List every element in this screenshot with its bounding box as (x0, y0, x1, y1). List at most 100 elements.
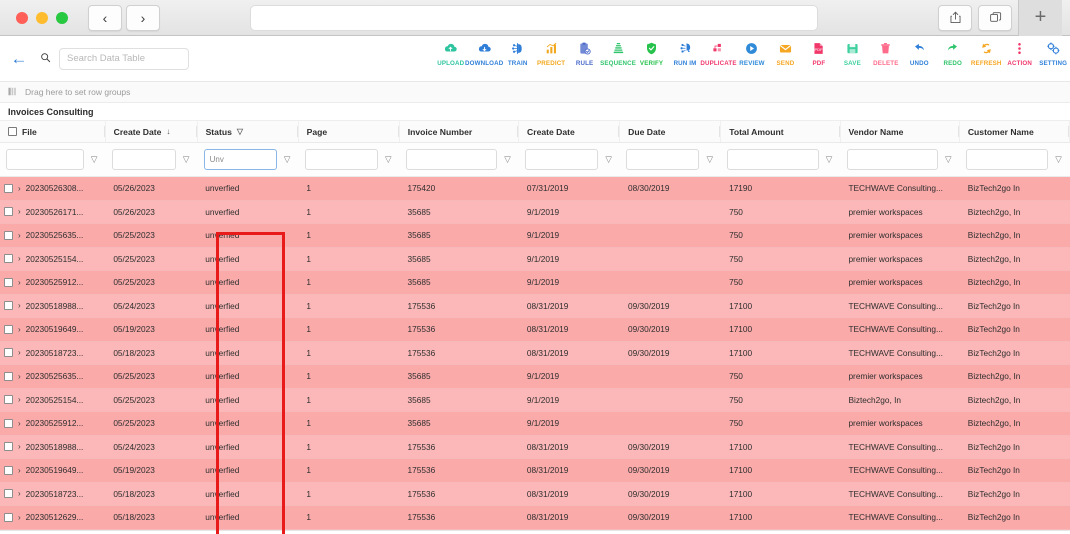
table-row[interactable]: › 20230526171... 05/26/2023 unverfied 1 35685… (0, 200, 1070, 224)
filter-menu-icon[interactable]: ▽ (88, 154, 101, 165)
table-row[interactable]: › 20230525154... 05/25/2023 unverfied 1 35685… (0, 247, 1070, 271)
row-select-checkbox[interactable] (4, 348, 13, 358)
column-resize-handle[interactable] (719, 126, 721, 137)
table-row[interactable]: › 20230525635... 05/25/2023 unverfied 1 35685… (0, 365, 1070, 389)
minimize-window-button[interactable] (36, 11, 48, 24)
row-select-checkbox[interactable] (4, 324, 13, 334)
row-select-checkbox[interactable] (4, 489, 13, 499)
column-header-status[interactable]: Status ▽ (198, 121, 299, 142)
table-row[interactable]: › 20230526308... 05/26/2023 unverfied 1 17542… (0, 177, 1070, 201)
tabs-icon[interactable] (978, 4, 1012, 31)
row-select-checkbox[interactable] (4, 301, 13, 311)
filter-menu-icon[interactable]: ▽ (501, 154, 514, 165)
column-resize-handle[interactable] (296, 126, 298, 137)
filter-input-due-date[interactable] (626, 149, 700, 170)
address-bar[interactable] (250, 4, 818, 31)
toolbar-button-pdf[interactable]: PDF PDF (802, 39, 835, 67)
table-row[interactable]: › 20230518723... 05/18/2023 unverfied 1 17553… (0, 341, 1070, 365)
column-header-page[interactable]: Page (299, 121, 400, 142)
row-expand-icon[interactable]: › (18, 489, 21, 498)
column-resize-handle[interactable] (957, 126, 959, 137)
toolbar-button-send[interactable]: SEND (769, 39, 802, 67)
toolbar-button-run-im[interactable]: RUN IM (668, 39, 701, 67)
table-row[interactable]: › 20230525912... 05/25/2023 unverfied 1 35685… (0, 271, 1070, 295)
row-expand-icon[interactable]: › (18, 513, 21, 522)
column-header-file[interactable]: File (0, 121, 106, 142)
column-resize-handle[interactable] (397, 126, 399, 137)
select-all-checkbox[interactable] (8, 127, 17, 136)
table-row[interactable]: › 20230518988... 05/24/2023 unverfied 1 17553… (0, 435, 1070, 459)
row-expand-icon[interactable]: › (18, 207, 21, 216)
column-header-due-date[interactable]: Due Date (620, 121, 722, 142)
row-select-checkbox[interactable] (4, 395, 13, 405)
table-row[interactable]: › 20230518988... 05/24/2023 unverfied 1 17553… (0, 294, 1070, 318)
close-window-button[interactable] (16, 11, 28, 24)
row-select-checkbox[interactable] (4, 277, 13, 287)
row-select-checkbox[interactable] (4, 465, 13, 475)
toolbar-button-action[interactable]: ACTION (1003, 39, 1036, 67)
table-row[interactable]: › 20230525635... 05/25/2023 unverfied 1 35685… (0, 224, 1070, 248)
filter-menu-icon[interactable]: ▽ (382, 154, 395, 165)
toolbar-button-review[interactable]: REVIEW (735, 39, 768, 67)
toolbar-button-rule[interactable]: RULE (568, 39, 601, 67)
row-select-checkbox[interactable] (4, 183, 13, 193)
row-select-checkbox[interactable] (4, 254, 13, 264)
toolbar-button-undo[interactable]: UNDO (903, 39, 936, 67)
filter-input-create-date[interactable] (111, 149, 176, 170)
toolbar-button-duplicate[interactable]: DUPLICATE (700, 39, 736, 67)
toolbar-button-save[interactable]: SAVE (836, 39, 869, 67)
column-resize-handle[interactable] (103, 126, 105, 137)
row-select-checkbox[interactable] (4, 207, 13, 217)
filter-input-total-amount[interactable] (727, 149, 819, 170)
filter-menu-icon[interactable]: ▽ (942, 154, 955, 165)
table-row[interactable]: › 20230518723... 05/18/2023 unverfied 1 17553… (0, 482, 1070, 506)
filter-input-customer-name[interactable] (965, 149, 1048, 170)
filter-input-invoice-number[interactable] (405, 149, 498, 170)
row-expand-icon[interactable]: › (18, 184, 21, 193)
row-expand-icon[interactable]: › (18, 325, 21, 334)
row-select-checkbox[interactable] (4, 230, 13, 240)
column-resize-handle[interactable] (195, 126, 197, 137)
sort-desc-icon[interactable]: ↓ (166, 127, 170, 136)
row-expand-icon[interactable]: › (18, 278, 21, 287)
toolbar-button-predict[interactable]: PREDICT (534, 39, 567, 67)
row-expand-icon[interactable]: › (18, 395, 21, 404)
row-select-checkbox[interactable] (4, 418, 13, 428)
toolbar-button-upload[interactable]: UPLOAD (434, 39, 467, 67)
table-row[interactable]: › 20230519649... 05/19/2023 unverfied 1 17553… (0, 318, 1070, 342)
column-filter-icon[interactable]: ▽ (237, 127, 243, 136)
toolbar-button-download[interactable]: DOWNLOAD (465, 39, 503, 67)
share-icon[interactable] (938, 4, 972, 31)
table-row[interactable]: › 20230525912... 05/25/2023 unverfied 1 35685… (0, 412, 1070, 436)
column-resize-handle[interactable] (517, 126, 519, 137)
filter-menu-icon[interactable]: ▽ (281, 154, 294, 165)
column-header-create-date[interactable]: Create Date (519, 121, 621, 142)
toolbar-button-train[interactable]: TRAIN (501, 39, 534, 67)
toolbar-button-redo[interactable]: REDO (936, 39, 969, 67)
app-back-arrow-icon[interactable]: ← (4, 50, 34, 67)
row-select-checkbox[interactable] (4, 442, 13, 452)
filter-menu-icon[interactable]: ▽ (1052, 154, 1065, 165)
row-expand-icon[interactable]: › (18, 419, 21, 428)
row-expand-icon[interactable]: › (18, 372, 21, 381)
new-tab-button[interactable]: + (1018, 0, 1062, 36)
toolbar-button-setting[interactable]: SETTING (1036, 39, 1069, 67)
column-resize-handle[interactable] (1068, 126, 1070, 137)
filter-input-create-date[interactable] (525, 149, 599, 170)
column-resize-handle[interactable] (838, 126, 840, 137)
row-group-drop-zone[interactable]: Drag here to set row groups (0, 82, 1070, 103)
row-expand-icon[interactable]: › (18, 442, 21, 451)
filter-input-status[interactable] (203, 149, 277, 170)
row-select-checkbox[interactable] (4, 512, 13, 522)
toolbar-button-delete[interactable]: DELETE (869, 39, 902, 67)
column-header-total-amount[interactable]: Total Amount (721, 121, 841, 142)
filter-menu-icon[interactable]: ▽ (703, 154, 716, 165)
row-expand-icon[interactable]: › (18, 254, 21, 263)
column-header-invoice-number[interactable]: Invoice Number (400, 121, 520, 142)
toolbar-button-verify[interactable]: VERIFY (635, 39, 668, 67)
filter-menu-icon[interactable]: ▽ (602, 154, 615, 165)
table-row[interactable]: › 20230519649... 05/19/2023 unverfied 1 17553… (0, 459, 1070, 483)
row-select-checkbox[interactable] (4, 371, 13, 381)
filter-menu-icon[interactable]: ▽ (180, 154, 193, 165)
column-resize-handle[interactable] (618, 126, 620, 137)
